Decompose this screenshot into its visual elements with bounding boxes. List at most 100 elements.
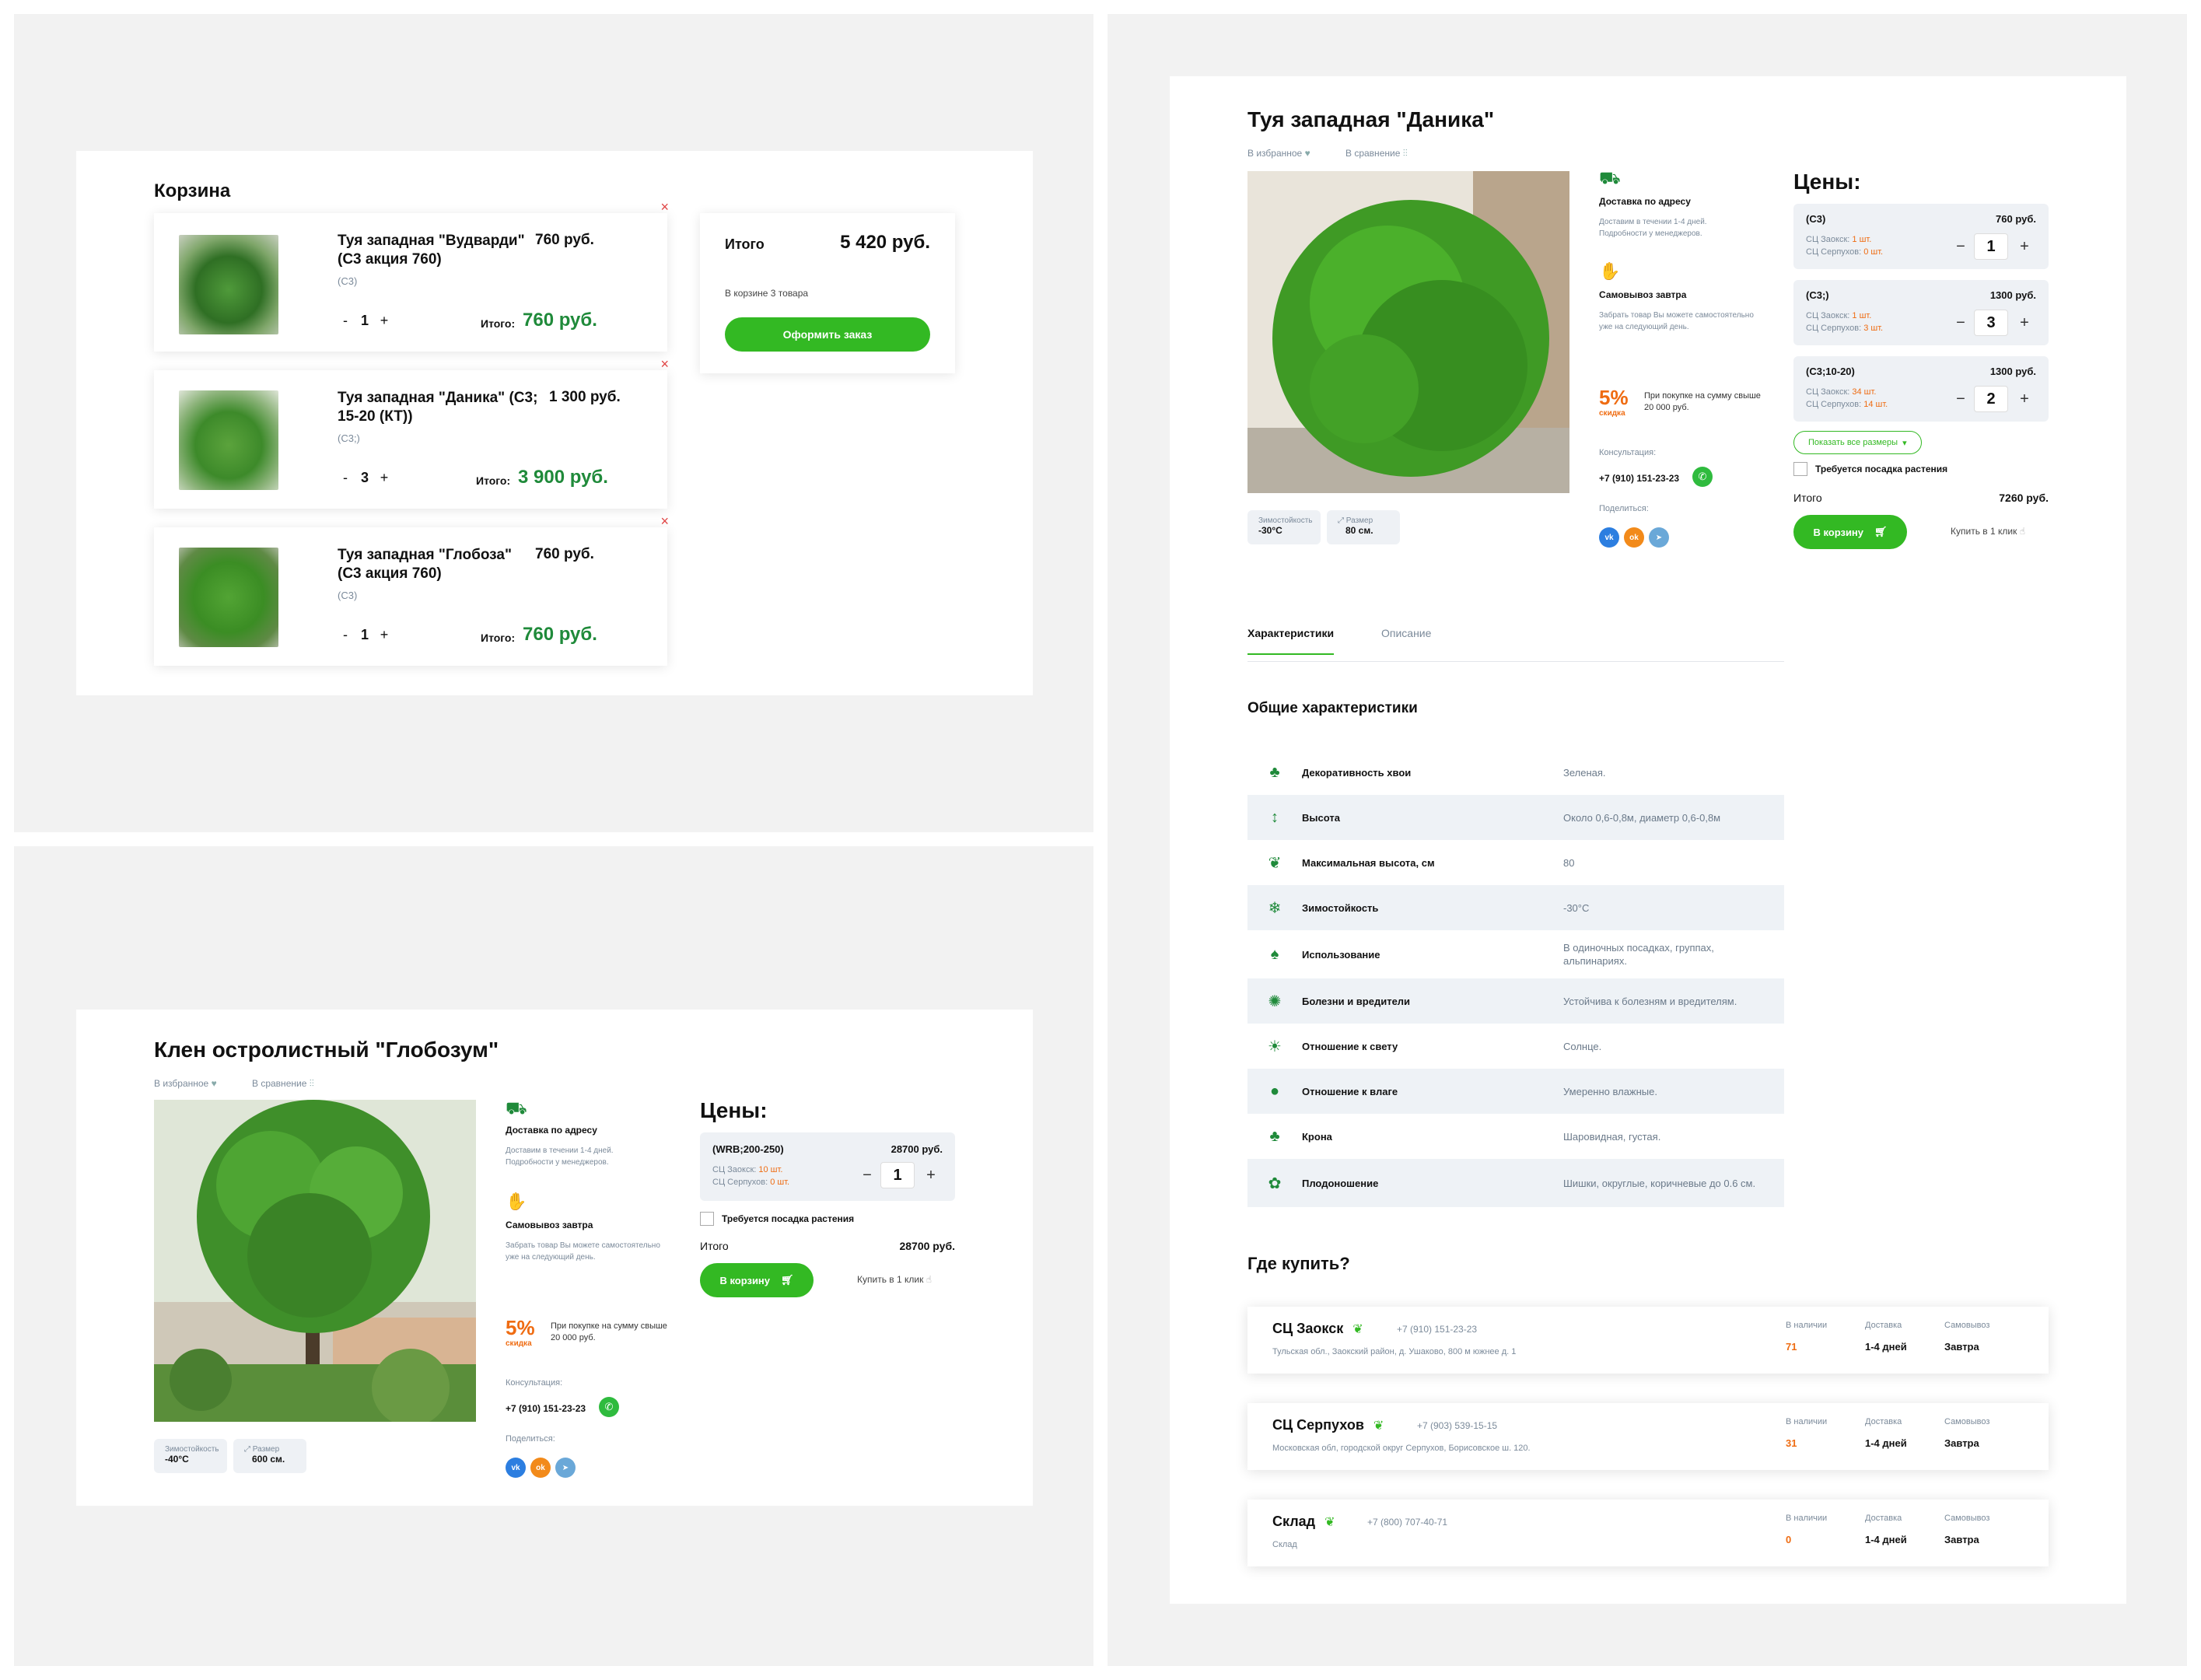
minus-button[interactable]: -	[338, 470, 353, 486]
stock-value: 10 шт.	[758, 1165, 783, 1174]
quantity-value[interactable]: 1	[1974, 233, 2008, 260]
one-click-link[interactable]: Купить в 1 клик ☝	[857, 1274, 932, 1285]
consult-label: Консультация:	[506, 1378, 563, 1388]
compare-link[interactable]: В сравнение ⫶⫶	[1345, 148, 1408, 159]
product-thumbnail[interactable]	[179, 235, 278, 334]
product-image[interactable]	[1247, 171, 1569, 493]
quantity-value[interactable]: 2	[1974, 386, 2008, 412]
height-icon: ↕	[1271, 808, 1279, 826]
store-address: Московская обл, городской округ Серпухов…	[1272, 1444, 1531, 1453]
store-name-text: СЦ Заокск	[1272, 1321, 1344, 1336]
frost-value: -40°C	[165, 1454, 189, 1465]
quantity-stepper[interactable]: - 3 +	[338, 470, 392, 486]
minus-button[interactable]: −	[1947, 233, 1974, 260]
quantity-value[interactable]: 1	[353, 627, 376, 643]
char-row: ✿ Плодоношение Шишки, округлые, коричнев…	[1247, 1159, 1784, 1207]
planting-checkbox[interactable]	[1793, 462, 1807, 476]
cart-item: × Туя западная "Глобоза" (С3 акция 760) …	[154, 513, 669, 666]
stock-value: 31	[1786, 1437, 1797, 1449]
show-all-sizes-button[interactable]: Показать все размеры ▾	[1793, 431, 1922, 454]
discount-word: скидка	[506, 1339, 532, 1348]
remove-item-button[interactable]: ×	[660, 199, 669, 215]
plus-button[interactable]: +	[2011, 310, 2038, 336]
consult-phone[interactable]: +7 (910) 151-23-23	[506, 1403, 586, 1414]
tab-characteristics[interactable]: Характеристики	[1247, 627, 1335, 655]
crown-icon: ♣	[1269, 1127, 1280, 1145]
remove-item-button[interactable]: ×	[660, 513, 669, 530]
minus-button[interactable]: −	[1947, 386, 1974, 412]
plus-button[interactable]: +	[918, 1162, 944, 1188]
total-label: Итого	[700, 1240, 729, 1252]
hand-icon: ☝	[2019, 526, 2025, 537]
char-row: ❄ Зимостойкость -30°C	[1247, 885, 1784, 930]
plus-button[interactable]: +	[376, 313, 392, 329]
plus-button[interactable]: +	[2011, 233, 2038, 260]
consult-label: Консультация:	[1599, 448, 1657, 457]
compare-label: В сравнение	[1345, 148, 1401, 159]
stock-value: 34 шт.	[1852, 387, 1877, 397]
summary-total: 5 420 руб.	[840, 232, 930, 253]
minus-button[interactable]: −	[854, 1162, 880, 1188]
discount-percent: 5%	[1599, 386, 1629, 409]
variant-stock-1: СЦ Заокск: 34 шт.	[1806, 387, 1876, 397]
add-to-cart-button[interactable]: В корзину 🛒︎	[1793, 515, 1907, 549]
size-label: ⤢ Размер	[244, 1445, 296, 1454]
plus-button[interactable]: +	[2011, 386, 2038, 412]
char-value: -30°C	[1563, 901, 1590, 914]
favorites-link[interactable]: В избранное ♥	[1247, 148, 1310, 159]
product-thumbnail[interactable]	[179, 390, 278, 490]
char-value: Около 0,6-0,8м, диаметр 0,6-0,8м	[1563, 811, 1721, 824]
char-label: Декоративность хвои	[1302, 766, 1412, 779]
quantity-value[interactable]: 1	[353, 313, 376, 329]
quantity-value[interactable]: 3	[353, 470, 376, 486]
summary-label: Итого	[725, 236, 765, 252]
checkout-button[interactable]: Оформить заказ	[725, 317, 930, 352]
remove-item-button[interactable]: ×	[660, 356, 669, 373]
whatsapp-icon[interactable]: ✆	[599, 1397, 619, 1417]
compare-link[interactable]: В сравнение ⫶⫶	[252, 1078, 314, 1090]
price-variant: (С3;10-20) 1300 руб. СЦ Заокск: 34 шт. С…	[1793, 356, 2049, 422]
quantity-stepper[interactable]: - 1 +	[338, 627, 392, 643]
vk-icon[interactable]: vk	[1599, 527, 1619, 548]
odnoklassniki-icon[interactable]: ok	[530, 1458, 551, 1478]
leaf-icon: ❦	[1324, 1515, 1335, 1529]
product-thumbnail[interactable]	[179, 548, 278, 647]
stock-label: СЦ Серпухов:	[712, 1178, 768, 1187]
telegram-icon[interactable]: ➤	[1649, 527, 1669, 548]
stock-label: В наличии	[1786, 1321, 1828, 1330]
minus-button[interactable]: −	[1947, 310, 1974, 336]
cart-item-name[interactable]: Туя западная "Вудварди" (С3 акция 760)	[338, 232, 532, 269]
variant-stock-1: СЦ Заокск: 1 шт.	[1806, 311, 1871, 320]
store-phone[interactable]: +7 (903) 539-15-15	[1417, 1420, 1497, 1431]
telegram-icon[interactable]: ➤	[555, 1458, 576, 1478]
one-click-label: Купить в 1 клик	[1951, 526, 2017, 537]
product-image[interactable]	[154, 1100, 476, 1422]
odnoklassniki-icon[interactable]: ok	[1624, 527, 1644, 548]
consult-phone[interactable]: +7 (910) 151-23-23	[1599, 473, 1679, 484]
whatsapp-icon[interactable]: ✆	[1692, 467, 1713, 487]
minus-button[interactable]: -	[338, 627, 353, 643]
quantity-value[interactable]: 1	[880, 1162, 915, 1188]
store-name-text: Склад	[1272, 1514, 1316, 1529]
discount-text: При покупке на сумму свыше 20 000 руб.	[1644, 391, 1761, 412]
one-click-link[interactable]: Купить в 1 клик ☝	[1951, 526, 2025, 537]
quantity-stepper[interactable]: - 1 +	[338, 313, 392, 329]
vk-icon[interactable]: vk	[506, 1458, 526, 1478]
cart-item-name[interactable]: Туя западная "Глобоза" (С3 акция 760)	[338, 546, 532, 583]
planting-checkbox[interactable]	[700, 1212, 714, 1226]
cart-item-name[interactable]: Туя западная "Даника" (С3; 15-20 (КТ))	[338, 389, 548, 426]
tab-description[interactable]: Описание	[1381, 627, 1431, 639]
discount-percent: 5%	[506, 1316, 535, 1339]
frost-chip: Зимостойкость -40°C	[154, 1439, 227, 1473]
store-phone[interactable]: +7 (800) 707-40-71	[1367, 1517, 1447, 1528]
bug-icon: ✺	[1268, 992, 1282, 1010]
add-to-cart-button[interactable]: В корзину 🛒︎	[700, 1263, 814, 1297]
favorites-link[interactable]: В избранное ♥	[154, 1078, 217, 1089]
quantity-value[interactable]: 3	[1974, 310, 2008, 336]
plus-button[interactable]: +	[376, 470, 392, 486]
char-label: Крона	[1302, 1130, 1332, 1143]
plus-button[interactable]: +	[376, 627, 392, 643]
store-phone[interactable]: +7 (910) 151-23-23	[1397, 1324, 1477, 1335]
characteristics-table: ♣ Декоративность хвои Зеленая. ↕ Высота …	[1247, 750, 1784, 1216]
minus-button[interactable]: -	[338, 313, 353, 329]
